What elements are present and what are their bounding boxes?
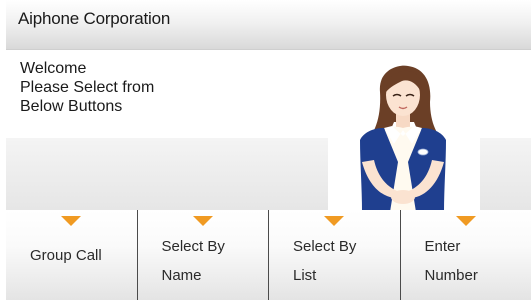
select-by-list-label: Select By List [293,232,356,290]
select-by-name-label: Select By Name [162,232,225,290]
select-by-name-label-line-1: Select By [161,238,225,255]
title-bar: Aiphone Corporation [6,0,531,50]
welcome-message: Welcome Please Select from Below Buttons [20,59,154,116]
triangle-down-icon [192,216,213,226]
welcome-line-2: Please Select from [20,79,155,96]
group-call-label-line-1: Group Call [30,247,102,264]
welcome-line-1: Welcome [20,60,87,77]
button-bar: Group Call Select By Name Select By List… [6,210,531,300]
enter-number-label-line-1: Enter [424,238,461,255]
app-title: Aiphone Corporation [18,9,171,28]
receptionist-illustration [360,65,446,212]
triangle-down-icon [455,216,476,226]
select-by-list-label-line-2: List [293,267,317,284]
select-by-list-button[interactable]: Select By List [268,210,400,300]
group-call-label: Group Call [30,241,102,270]
enter-number-button[interactable]: Enter Number [399,210,531,300]
triangle-down-icon [324,216,345,226]
select-by-name-button[interactable]: Select By Name [136,210,269,300]
welcome-line-3: Below Buttons [20,98,123,115]
select-by-name-label-line-2: Name [161,267,202,284]
select-by-list-label-line-1: Select By [293,238,357,255]
enter-number-label-line-2: Number [424,267,478,284]
triangle-down-icon [61,216,82,226]
enter-number-label: Enter Number [425,232,478,290]
group-call-button[interactable]: Group Call [6,210,137,300]
